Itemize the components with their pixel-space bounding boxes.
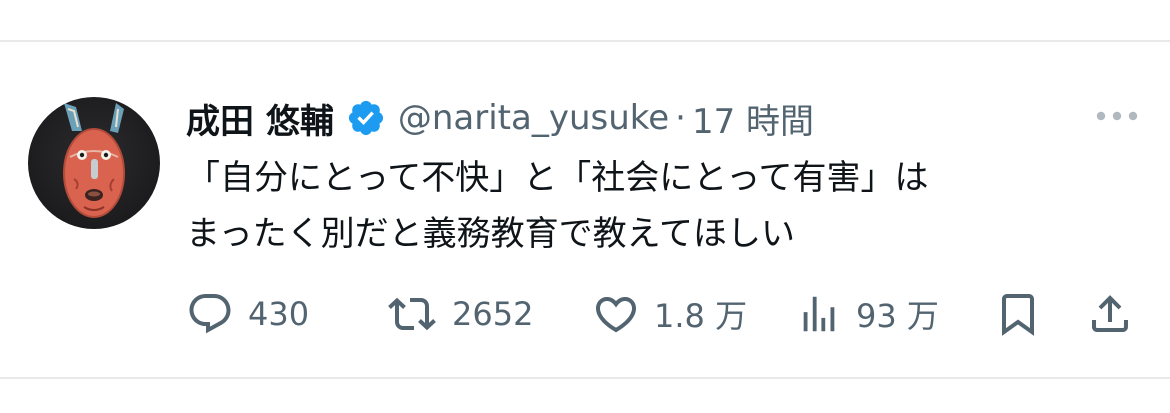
share-icon xyxy=(1092,295,1128,332)
more-options-icon[interactable] xyxy=(1093,104,1141,128)
avatar-mask-image xyxy=(63,103,125,218)
share-button[interactable] xyxy=(1086,290,1134,338)
tweet-actions: 430 2652 1.8 万 93 万 xyxy=(186,290,1146,338)
like-button[interactable]: 1.8 万 xyxy=(592,290,747,338)
author-handle[interactable]: @narita_yusuke xyxy=(398,98,669,138)
reply-count: 430 xyxy=(248,295,310,333)
verified-badge-icon[interactable] xyxy=(346,98,386,138)
bookmark-button[interactable] xyxy=(994,290,1042,338)
retweet-button[interactable]: 2652 xyxy=(386,290,533,338)
tweet-text: 「自分にとって不快」と「社会にとって有害」は まったく別だと義務教育で教えてほし… xyxy=(186,158,929,254)
tweet-timestamp[interactable]: 17 時間 xyxy=(692,94,814,143)
tweet-header: 成田 悠輔 @narita_yusuke · 17 時間 xyxy=(186,94,814,142)
tweet[interactable]: 成田 悠輔 @narita_yusuke · 17 時間 「自分にとって不快」と… xyxy=(0,42,1170,377)
like-count: 1.8 万 xyxy=(654,297,748,335)
views-count: 93 万 xyxy=(856,297,939,335)
views-button[interactable]: 93 万 xyxy=(796,290,939,338)
analytics-icon xyxy=(803,296,835,332)
bottom-divider xyxy=(0,377,1170,379)
reply-button[interactable]: 430 xyxy=(186,290,309,338)
meta-separator: · xyxy=(675,98,686,138)
retweet-count: 2652 xyxy=(452,295,534,333)
reply-icon xyxy=(189,294,231,334)
bookmark-icon xyxy=(1002,294,1034,336)
avatar[interactable] xyxy=(28,97,160,229)
heart-icon xyxy=(595,297,637,333)
author-display-name[interactable]: 成田 悠輔 xyxy=(186,94,334,143)
retweet-icon xyxy=(388,297,436,331)
